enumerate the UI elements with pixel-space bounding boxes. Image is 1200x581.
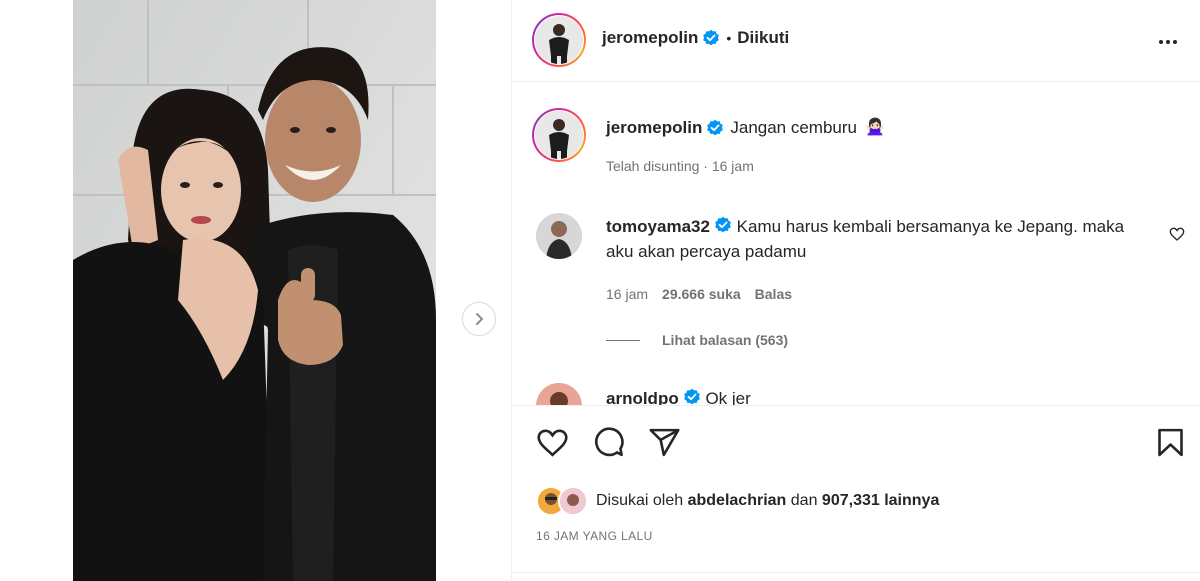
post-header: jeromepolin • Diikuti	[512, 0, 1200, 82]
caption: jeromepolin Jangan cemburu 🙅🏻‍♀️ Telah d…	[606, 115, 1126, 174]
verified-badge-icon	[683, 388, 700, 405]
comment-item: tomoyama32 Kamu harus kembali bersamanya…	[606, 214, 1146, 348]
likes-count[interactable]: 907,331 lainnya	[822, 492, 939, 510]
liker-avatars	[536, 486, 594, 516]
view-replies-button[interactable]: Lihat balasan (563)	[606, 332, 1146, 348]
post-image	[73, 0, 436, 581]
post-media-area	[0, 0, 511, 581]
comment-likes[interactable]: 29.666 suka	[662, 286, 741, 302]
avatar-image	[536, 213, 582, 259]
caption-edited-time: Telah disunting · 16 jam	[606, 158, 754, 174]
verified-badge-icon	[707, 119, 724, 135]
verified-badge-icon	[703, 29, 720, 46]
like-button[interactable]	[536, 426, 569, 464]
caption-avatar[interactable]	[532, 108, 586, 162]
bookmark-icon	[1158, 428, 1183, 457]
post-details-panel: jeromepolin • Diikuti jeromepolin Jangan…	[511, 0, 1200, 581]
likes-connector: dan	[790, 492, 818, 509]
author-username[interactable]: jeromepolin	[602, 28, 698, 48]
caption-text: Jangan cemburu	[730, 118, 857, 137]
comment-like-button[interactable]	[1169, 226, 1185, 247]
comment-item: arnoldpo Ok jer	[606, 386, 1146, 405]
chevron-right-icon	[476, 313, 483, 325]
comment-time: 16 jam	[606, 286, 649, 302]
save-button[interactable]	[1154, 426, 1187, 464]
verified-badge-icon	[715, 216, 731, 233]
comment-icon	[595, 427, 624, 457]
more-options-icon	[1159, 40, 1177, 44]
avatar-image	[560, 488, 586, 514]
share-icon	[649, 428, 680, 457]
avatar-image	[535, 16, 583, 64]
author-avatar[interactable]	[532, 13, 586, 67]
reply-button[interactable]: Balas	[755, 286, 792, 302]
comment-username[interactable]: tomoyama32	[606, 217, 710, 236]
divider	[512, 572, 1200, 573]
likes-prefix: Disukai oleh	[596, 492, 684, 509]
post-actions: Disukai oleh abdelachrian dan 907,331 la…	[512, 405, 1200, 581]
comment-avatar[interactable]	[536, 213, 582, 259]
next-media-button[interactable]	[462, 302, 496, 336]
view-replies-label: Lihat balasan (563)	[662, 332, 789, 348]
heart-icon	[1169, 227, 1185, 241]
comment-avatar[interactable]	[536, 383, 582, 405]
more-options-button[interactable]	[1156, 30, 1180, 59]
liker-avatar[interactable]	[558, 486, 588, 516]
likes-summary: Disukai oleh abdelachrian dan 907,331 la…	[536, 486, 939, 516]
caption-emoji: 🙅🏻‍♀️	[865, 119, 885, 136]
share-button[interactable]	[648, 426, 681, 464]
avatar-image	[535, 111, 583, 159]
avatar-image	[536, 383, 582, 405]
separator-dot: •	[726, 30, 732, 46]
comment-text: Ok jer	[705, 389, 751, 405]
post-photo[interactable]	[73, 0, 436, 581]
likes-first-user[interactable]: abdelachrian	[688, 492, 787, 510]
follow-status-button[interactable]: Diikuti	[737, 28, 789, 48]
comment-username[interactable]: arnoldpo	[606, 389, 679, 405]
comments-section[interactable]: jeromepolin Jangan cemburu 🙅🏻‍♀️ Telah d…	[512, 83, 1200, 405]
caption-username[interactable]: jeromepolin	[606, 115, 702, 140]
replies-divider	[606, 339, 640, 341]
post-time-ago[interactable]: 16 JAM YANG LALU	[536, 529, 653, 543]
comment-button[interactable]	[592, 426, 625, 464]
heart-icon	[537, 429, 568, 457]
